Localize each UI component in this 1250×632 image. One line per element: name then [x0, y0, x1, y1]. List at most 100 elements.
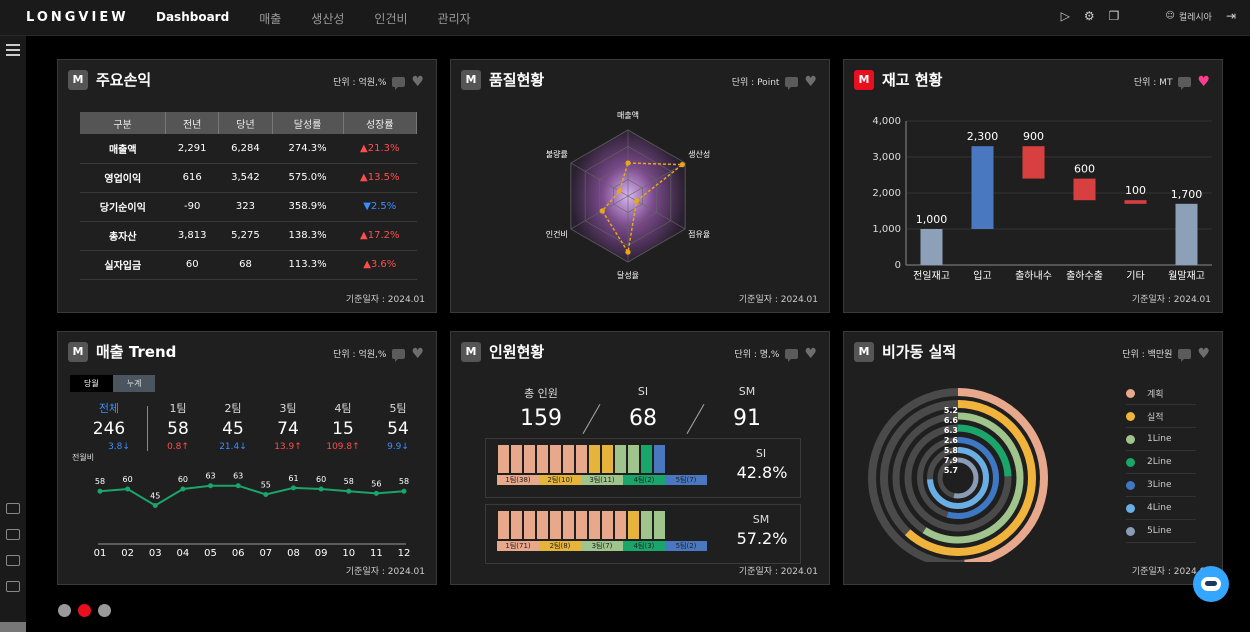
bar-data-label: 1,700 [1171, 188, 1203, 201]
x-tick-label: 월말재고 [1168, 270, 1205, 282]
waterfall-bar [1175, 203, 1198, 265]
table-row[interactable]: 영업이익 616 3,542 575.0% ▲13.5% [80, 163, 417, 193]
legend-item[interactable]: 3Line [1126, 474, 1196, 497]
person-icon [654, 511, 665, 539]
person-icon [550, 511, 561, 539]
table-row[interactable]: 총자산 3,813 5,275 138.3% ▲17.2% [80, 221, 417, 251]
x-tick-label: 02 [121, 548, 134, 559]
card-trend: M 매출 Trend 단위 : 억원,% ♥ 당월 누계 전체 246 3.8↓ 전… [57, 331, 437, 585]
page-dot-1[interactable] [58, 604, 71, 617]
legend-label: 실적 [1147, 412, 1164, 423]
nav-productivity[interactable]: 생산성 [311, 10, 344, 27]
logout-icon[interactable]: ⇥ [1226, 9, 1236, 23]
table-cell: ▲21.3% [343, 134, 417, 164]
nav-sales[interactable]: 매출 [259, 10, 281, 27]
nav-admin[interactable]: 관리자 [438, 10, 471, 27]
downtime-radial-chart: 5.26.66.32.65.87.95.7 [868, 388, 1048, 562]
table-cell: 68 [218, 250, 273, 280]
bar-data-label: 1,000 [916, 213, 948, 226]
comment-icon[interactable] [392, 76, 406, 90]
person-icon [602, 445, 613, 473]
window-icon[interactable]: ❐ [1109, 9, 1120, 23]
legend-item[interactable]: 2Line [1126, 451, 1196, 474]
card-title: 주요손익 [96, 71, 152, 89]
legend-label: 4Line [1147, 503, 1172, 513]
card-downtime: M 비가동 실적 단위 : 백만원 ♥ 5.2 6.6 6.3 2.6 5.8 7.9 5.7 … [843, 331, 1223, 585]
trend-point [263, 492, 269, 497]
page-dot-2[interactable] [78, 604, 91, 617]
legend-item[interactable]: 1Line [1126, 428, 1196, 451]
mail-icon[interactable] [6, 581, 20, 592]
person-icon [628, 445, 639, 473]
table-cell: 616 [165, 163, 219, 193]
team-label: 1팀(71) [497, 541, 539, 551]
bar-data-label: 100 [1125, 184, 1146, 197]
slash-divider [686, 404, 705, 434]
trend-point [208, 483, 214, 489]
table-cell: 3,542 [218, 163, 273, 193]
table-cell: 138.3% [272, 221, 344, 251]
radar-point [633, 198, 640, 204]
waterfall-bar [971, 146, 994, 229]
table-cell: 총자산 [80, 221, 166, 251]
play-icon[interactable]: ▷ [1061, 9, 1070, 23]
legend-item[interactable]: 계획 [1126, 382, 1196, 405]
chart-icon[interactable] [6, 503, 20, 514]
menu-icon[interactable] [6, 44, 20, 59]
x-tick-label: 입고 [973, 269, 991, 282]
menu-badge[interactable]: M [68, 69, 88, 90]
trend-point [346, 488, 352, 494]
person-icon [641, 445, 652, 473]
table-row[interactable]: 당기순이익 -90 323 358.9% ▼2.5% [80, 192, 417, 222]
point-data-label: 63 [233, 472, 243, 481]
person-icon [524, 445, 535, 473]
favorite-icon[interactable]: ♥ [1197, 347, 1210, 361]
team-label: 3팀(11) [581, 475, 623, 485]
inventory-waterfall-chart: 0 1,000 2,000 3,000 4,000 1,000 전일재고 2,300 입고 900… [872, 116, 1212, 282]
table-cell: 274.3% [272, 134, 344, 164]
chatbot-icon[interactable] [1193, 566, 1229, 602]
report-icon[interactable] [6, 529, 20, 540]
radial-data-label: 5.8 [944, 446, 959, 455]
user-menu[interactable]: ☺ 컬레시아 [1165, 10, 1212, 23]
radar-axis-label: 달성율 [617, 271, 639, 280]
gear-icon[interactable]: ⚙ [1084, 9, 1095, 23]
app-logo[interactable]: LONGVIEW [26, 10, 129, 25]
si-people-icons [498, 445, 665, 473]
trend-point [125, 486, 131, 492]
si-value: 68 [629, 406, 657, 431]
document-icon[interactable] [6, 555, 20, 566]
waterfall-bar [1022, 146, 1045, 179]
base-date: 기준일자 : 2024.01 [345, 567, 425, 577]
table-header: 구분 [80, 112, 167, 134]
nav-labor-cost[interactable]: 인건비 [374, 10, 407, 27]
comment-icon[interactable] [785, 348, 799, 362]
nav-dashboard[interactable]: Dashboard [156, 10, 229, 27]
base-date: 기준일자 : 2024.01 [738, 295, 818, 305]
table-header: 전년 [165, 112, 220, 134]
legend-label: 3Line [1147, 480, 1172, 490]
legend-item[interactable]: 5Line [1126, 520, 1196, 543]
point-data-label: 55 [261, 481, 271, 490]
bar-data-label: 600 [1074, 163, 1095, 176]
radial-data-label: 5.2 [944, 406, 958, 415]
table-row[interactable]: 매출액 2,291 6,284 274.3% ▲21.3% [80, 134, 417, 164]
pl-table: 구분 전년 당년 달성률 성장률 매출액 2,291 6,284 274.3% ▲21.3% 영업… [80, 112, 418, 280]
card-inventory: M 재고 현황 단위 : MT ♥ 0 1,000 2,000 3,000 4,000 1,0… [843, 59, 1223, 313]
table-row[interactable]: 실자입금 60 68 113.3% ▲3.6% [80, 250, 417, 280]
favorite-icon[interactable]: ♥ [804, 347, 817, 361]
person-icon [563, 445, 574, 473]
legend-item[interactable]: 실적 [1126, 405, 1196, 428]
comment-icon[interactable] [1178, 348, 1192, 362]
point-data-label: 58 [95, 477, 105, 486]
person-icon [563, 511, 574, 539]
person-icon [641, 511, 652, 539]
legend-item[interactable]: 4Line [1126, 497, 1196, 520]
sidebar-scrollbar[interactable] [0, 622, 26, 632]
menu-badge[interactable]: M [461, 341, 481, 362]
favorite-icon[interactable]: ♥ [411, 75, 424, 89]
legend-swatch [1126, 411, 1135, 421]
y-tick-label: 2,000 [872, 188, 901, 199]
person-icon [589, 511, 600, 539]
page-dot-3[interactable] [98, 604, 111, 617]
